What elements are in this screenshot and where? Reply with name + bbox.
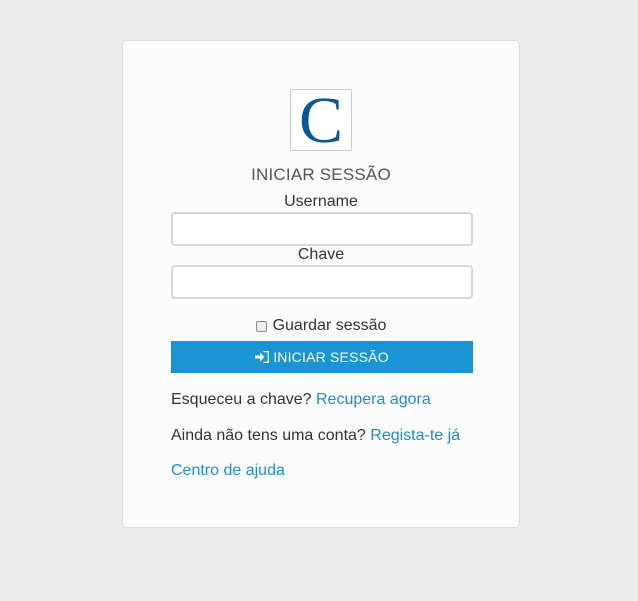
recover-password-link[interactable]: Recupera agora [316, 391, 431, 408]
register-row: Ainda não tens uma conta? Regista-te já [171, 427, 460, 445]
help-row: Centro de ajuda [171, 462, 285, 480]
password-input[interactable] [171, 265, 473, 299]
sign-in-icon [255, 351, 270, 363]
username-input[interactable] [171, 212, 473, 246]
login-button-label: INICIAR SESSÃO [273, 349, 389, 365]
help-center-link[interactable]: Centro de ajuda [171, 462, 285, 479]
login-button[interactable]: INICIAR SESSÃO [171, 341, 473, 373]
remember-checkbox[interactable] [255, 320, 267, 332]
page-title: INICIAR SESSÃO [251, 165, 391, 184]
register-text: Ainda não tens uma conta? [171, 427, 366, 444]
username-label: Username [284, 193, 358, 210]
remember-session[interactable]: Guardar sessão [123, 317, 519, 335]
password-label: Chave [297, 246, 345, 263]
forgot-password-text: Esqueceu a chave? [171, 391, 312, 408]
login-card: C INICIAR SESSÃO Username Chave Guardar … [122, 40, 520, 528]
register-link[interactable]: Regista-te já [370, 427, 460, 444]
remember-label: Guardar sessão [272, 317, 387, 334]
logo-letter: C [298, 84, 344, 157]
forgot-password-row: Esqueceu a chave? Recupera agora [171, 391, 431, 409]
logo: C [290, 84, 352, 157]
